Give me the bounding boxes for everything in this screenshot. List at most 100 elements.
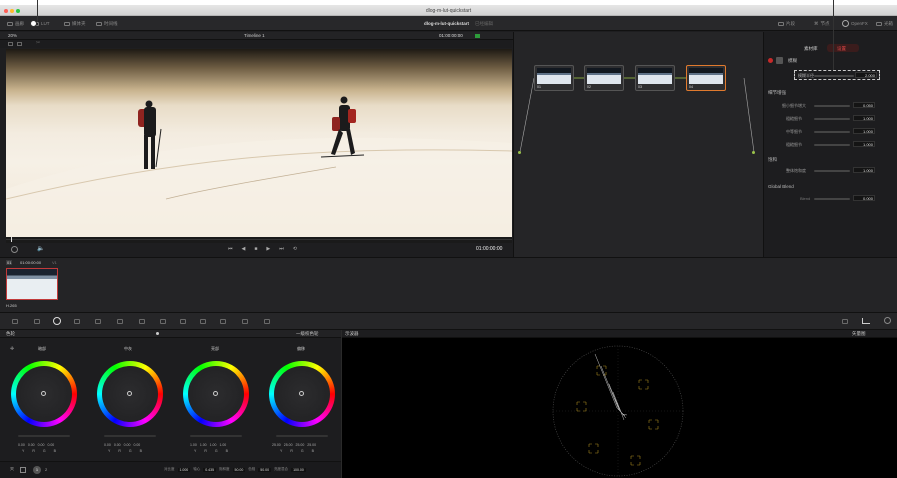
detail-row-4-label: 粗糙细节 <box>786 142 802 147</box>
section-title-global-blend: Global Blend <box>768 184 794 189</box>
picker-icon[interactable]: ✛ <box>10 346 14 352</box>
output-node-port[interactable] <box>752 151 755 154</box>
loop-indicator-icon[interactable] <box>11 246 18 253</box>
audio-icon[interactable]: 🔈 <box>37 245 44 252</box>
qualifier-icon[interactable] <box>139 319 145 324</box>
node-04[interactable]: 04 <box>686 65 726 91</box>
radius-slider[interactable] <box>814 75 854 77</box>
wheel-mode-select[interactable]: 一级校色轮 <box>296 331 319 337</box>
reverse-icon[interactable]: ◀ <box>242 246 246 252</box>
video-viewer[interactable] <box>6 49 512 237</box>
detail-row-4-value[interactable]: 1.000 <box>853 141 875 147</box>
radius-value[interactable]: 2.000 <box>855 72 877 78</box>
tab-settings[interactable]: 设置 <box>837 46 846 52</box>
stop-icon[interactable]: ■ <box>254 246 257 252</box>
fx-enable-icon[interactable] <box>768 58 773 63</box>
magic-mask-icon[interactable] <box>200 319 206 324</box>
scopes-header: 示波器 矢量图 <box>342 330 897 338</box>
detail-row-2-value[interactable]: 1.000 <box>853 115 875 121</box>
rgb-mixer-icon[interactable] <box>74 319 80 324</box>
adjustment-values: 对比度 1.000 轴心 0.435 饱和度 50.00 色相 50.00 亮度混合 10… <box>164 467 306 472</box>
node-01[interactable]: 01 <box>534 65 574 91</box>
jump-start-icon[interactable]: ⏮ <box>228 246 233 252</box>
lightbox-button[interactable]: 光箱 <box>876 16 893 31</box>
reset-icon[interactable] <box>20 467 26 473</box>
scrub-track <box>6 239 512 240</box>
nodes-icon: ⌘ <box>814 20 819 26</box>
wipe-icon[interactable] <box>8 41 13 46</box>
offset-master-slider[interactable] <box>276 435 328 437</box>
gallery-button[interactable]: 画廊 <box>7 16 24 31</box>
color-match-icon[interactable] <box>34 319 40 324</box>
viewer-subbar: ✂ <box>0 40 512 48</box>
saturation-slider[interactable] <box>814 170 850 172</box>
node-editor[interactable]: 01 02 03 04 <box>513 32 763 257</box>
detail-row-1-value[interactable]: 0.050 <box>853 102 875 108</box>
scopes-icon[interactable] <box>862 318 870 324</box>
timeline-select[interactable]: Timeline 1 <box>244 33 265 38</box>
sizing-icon[interactable] <box>264 319 270 324</box>
tab-library[interactable]: 素材库 <box>804 46 818 52</box>
play-icon[interactable]: ▶ <box>266 246 270 252</box>
blend-value[interactable]: 0.000 <box>853 195 875 201</box>
lift-wheel-handle[interactable] <box>41 391 46 396</box>
key-icon[interactable] <box>242 319 248 324</box>
detail-row-1-label: 细小细节增大 <box>782 103 806 108</box>
timeline-button[interactable]: 时间线 <box>96 16 118 31</box>
auto-balance-icon[interactable]: ⤧ <box>10 467 14 473</box>
clip-codec: H.265 <box>6 303 17 308</box>
gamma-master-slider[interactable] <box>104 435 156 437</box>
blend-label: Blend <box>800 196 811 201</box>
offset-wheel[interactable] <box>269 361 335 427</box>
clips-button[interactable]: 片段 <box>778 16 795 31</box>
blend-slider[interactable] <box>814 198 850 200</box>
curves-icon[interactable] <box>117 319 123 324</box>
gain-wheel-handle[interactable] <box>213 391 218 396</box>
node-thumbnail <box>537 68 571 84</box>
window-icon[interactable] <box>160 319 166 324</box>
openfx-settings-panel: 素材库 设置 模糊 模糊半径 2.000 细节增强 细小细节增大 0.050 粗… <box>763 32 897 257</box>
camera-raw-icon[interactable] <box>12 319 18 324</box>
blur-icon[interactable] <box>220 319 226 324</box>
clip-thumbnail[interactable] <box>6 268 58 300</box>
detail-row-3-slider[interactable] <box>814 131 850 133</box>
gain-master-slider[interactable] <box>190 435 242 437</box>
split-icon[interactable] <box>17 41 22 46</box>
scopes-title: 示波器 <box>345 331 359 336</box>
scissors-icon[interactable]: ✂ <box>36 40 40 46</box>
lift-wheel[interactable] <box>11 361 77 427</box>
loop-icon[interactable]: ⟲ <box>293 246 297 252</box>
detail-row-1-slider[interactable] <box>814 105 850 107</box>
openfx-button[interactable]: OpenFX <box>842 16 868 31</box>
saturation-value[interactable]: 1.000 <box>853 167 875 173</box>
input-node-port[interactable] <box>518 151 521 154</box>
gamma-wheel[interactable] <box>97 361 163 427</box>
detail-row-2-slider[interactable] <box>814 118 850 120</box>
color-wheels-icon[interactable] <box>53 317 61 325</box>
jump-end-icon[interactable]: ⏭ <box>279 246 284 252</box>
page-1-button[interactable]: 1 <box>33 466 41 474</box>
nodes-button[interactable]: ⌘ 节点 <box>814 16 830 31</box>
playhead[interactable] <box>11 237 12 242</box>
zoom-select[interactable]: 20% <box>8 33 17 38</box>
scope-mode-select[interactable]: 矢量图 <box>852 331 866 337</box>
offset-wheel-handle[interactable] <box>299 391 304 396</box>
node-02[interactable]: 02 <box>584 65 624 91</box>
lift-master-slider[interactable] <box>18 435 70 437</box>
clip-strip: 01 01:00:00:00 V1 H.265 <box>0 257 897 313</box>
detail-row-3-value[interactable]: 1.000 <box>853 128 875 134</box>
gamma-wheel-handle[interactable] <box>127 391 132 396</box>
node-thumbnail <box>689 68 723 84</box>
3d-icon[interactable] <box>842 319 848 324</box>
color-wheels-header: 色轮 一级校色轮 <box>0 330 341 338</box>
tracker-icon[interactable] <box>180 319 186 324</box>
info-icon[interactable] <box>884 317 891 324</box>
node-03[interactable]: 03 <box>635 65 675 91</box>
detail-row-4-slider[interactable] <box>814 144 850 146</box>
motion-effects-icon[interactable] <box>95 319 101 324</box>
gain-wheel[interactable] <box>183 361 249 427</box>
media-pool-button[interactable]: 媒体夹 <box>64 16 86 31</box>
color-wheels-title: 色轮 <box>6 331 15 336</box>
playback-controls: ⏮ ◀ ■ ▶ ⏭ ⟲ <box>228 246 297 252</box>
page-2-button[interactable]: 2 <box>45 467 47 472</box>
